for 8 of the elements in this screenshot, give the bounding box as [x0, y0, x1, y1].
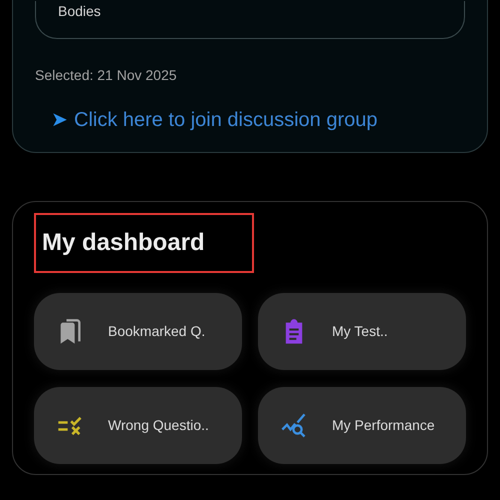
- dashboard-tile[interactable]: My Test..: [258, 293, 466, 370]
- join-discussion-link[interactable]: ➤ Click here to join discussion group: [51, 105, 378, 135]
- breadcrumb-text: Bodies: [58, 2, 101, 21]
- dashboard-tile[interactable]: Wrong Questio..: [34, 387, 242, 464]
- dashboard-title: My dashboard: [34, 213, 254, 273]
- dashboard-tile[interactable]: My Performance: [258, 387, 466, 464]
- dashboard-tile[interactable]: Bookmarked Q.: [34, 293, 242, 370]
- selected-date: Selected: 21 Nov 2025: [35, 66, 177, 85]
